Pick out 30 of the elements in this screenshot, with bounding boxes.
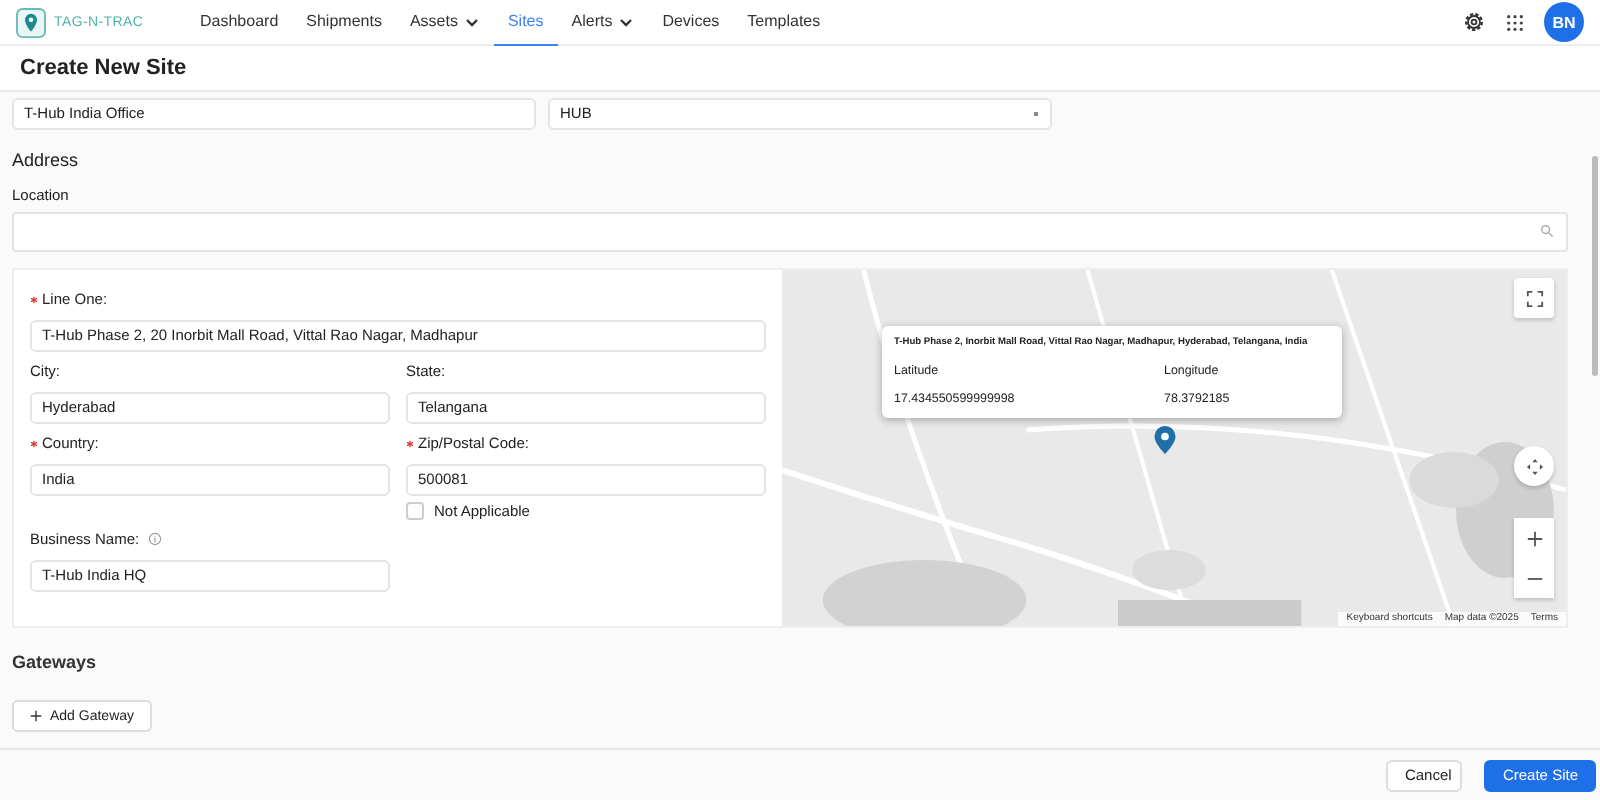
zoom-in-button[interactable] <box>1514 518 1554 558</box>
chevron-down-icon <box>618 13 635 29</box>
plus-icon <box>30 710 42 722</box>
required-icon <box>30 439 38 447</box>
nav-tab[interactable]: Shipments <box>292 0 396 45</box>
settings-icon[interactable] <box>1462 10 1486 34</box>
chevron-down-icon <box>463 13 480 29</box>
scrollbar[interactable] <box>1592 156 1598 376</box>
required-icon <box>30 295 38 303</box>
nav-tab[interactable]: Alerts <box>557 0 649 45</box>
search-icon <box>1540 224 1554 238</box>
checkbox[interactable] <box>406 502 424 520</box>
info-icon <box>147 532 162 546</box>
arrows-icon <box>1525 457 1543 475</box>
section-heading: Gateways <box>12 652 99 672</box>
fullscreen-button[interactable] <box>1514 278 1554 318</box>
apps-grid-icon[interactable] <box>1506 13 1524 31</box>
nav-tab[interactable]: Templates <box>733 0 835 45</box>
nav-tab[interactable]: Devices <box>648 0 734 45</box>
user-avatar[interactable]: BN <box>1544 2 1584 42</box>
section-heading: Address <box>12 150 81 170</box>
fullscreen-icon <box>1525 289 1543 307</box>
nav-tab[interactable]: Assets <box>395 0 494 45</box>
required-icon <box>406 439 414 447</box>
logo-icon <box>16 7 46 37</box>
plus-icon <box>1525 529 1543 547</box>
nav-tab[interactable]: Dashboard <box>186 0 293 45</box>
location-search-field[interactable] <box>12 212 1568 252</box>
location-pin-icon <box>1154 426 1176 454</box>
page-title: Create New Site <box>20 56 187 80</box>
